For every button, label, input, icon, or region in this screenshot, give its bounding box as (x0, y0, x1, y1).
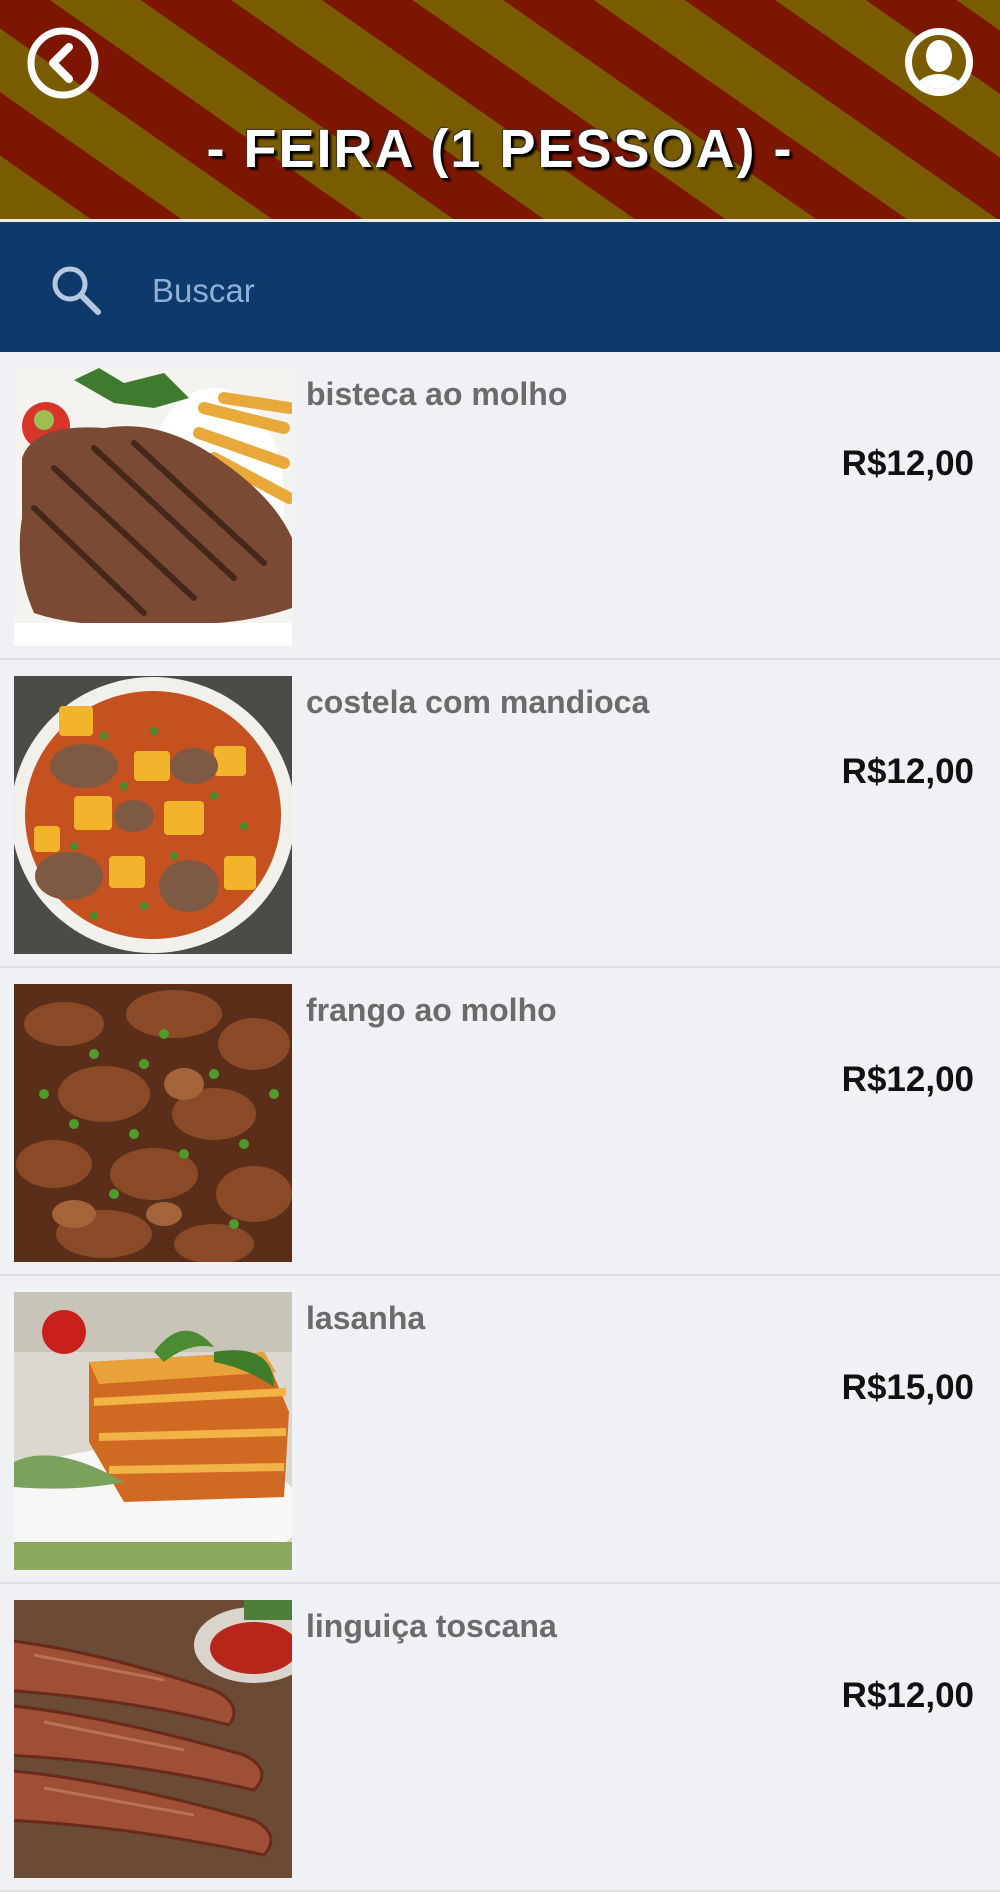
search-icon[interactable] (48, 262, 104, 318)
page-title: - FEIRA (1 PESSOA) - (206, 119, 794, 179)
header-banner: - FEIRA (1 PESSOA) - (0, 0, 1000, 222)
item-price: R$12,00 (841, 1676, 974, 1715)
profile-button[interactable] (903, 26, 975, 98)
item-name: lasanha (306, 1300, 426, 1336)
food-image (14, 1600, 292, 1878)
item-name: frango ao molho (306, 992, 557, 1028)
food-image (14, 676, 292, 954)
food-image (14, 984, 292, 1262)
list-item[interactable]: linguiça toscana R$12,00 (0, 1584, 1000, 1892)
chevron-left-circle-icon (27, 27, 99, 99)
item-price: R$15,00 (841, 1368, 974, 1407)
list-item[interactable]: lasanha R$15,00 (0, 1276, 1000, 1584)
user-silhouette-icon (905, 28, 973, 96)
back-button[interactable] (26, 26, 100, 100)
list-item[interactable]: bisteca ao molho R$12,00 (0, 352, 1000, 660)
food-image (14, 368, 292, 646)
food-image (14, 1292, 292, 1570)
item-name: costela com mandioca (306, 684, 650, 720)
item-price: R$12,00 (841, 444, 974, 483)
item-price: R$12,00 (841, 1060, 974, 1099)
menu-list: bisteca ao molho R$12,00 costela com man… (0, 352, 1000, 1892)
item-name: bisteca ao molho (306, 376, 568, 412)
list-item[interactable]: costela com mandioca R$12,00 (0, 660, 1000, 968)
item-name: linguiça toscana (306, 1608, 557, 1644)
search-input[interactable] (150, 262, 954, 320)
item-price: R$12,00 (841, 752, 974, 791)
list-item[interactable]: frango ao molho R$12,00 (0, 968, 1000, 1276)
